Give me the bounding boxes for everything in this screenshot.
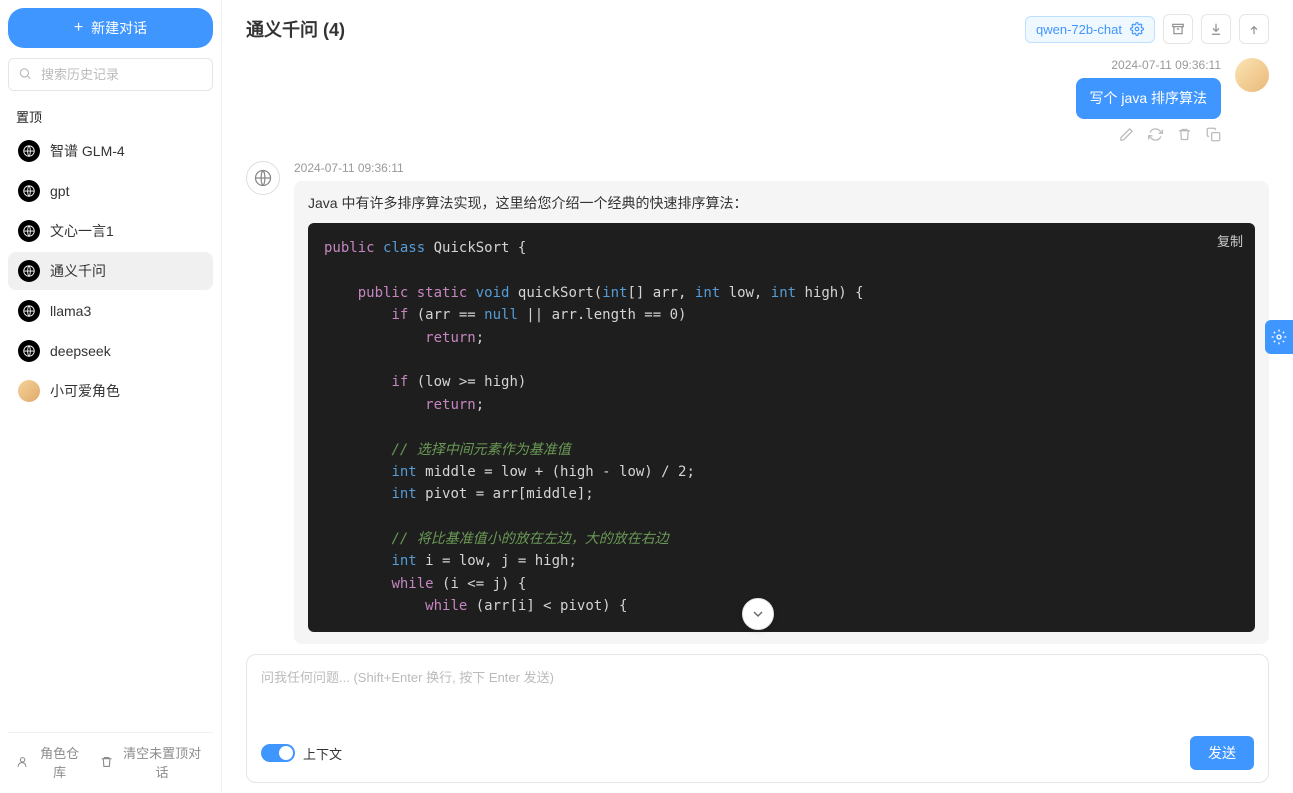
input-area: 上下文 发送 xyxy=(246,654,1269,783)
upload-icon xyxy=(1247,22,1261,36)
trash-icon xyxy=(100,755,113,769)
clear-button[interactable]: 清空未置顶对话 xyxy=(100,743,205,781)
openai-icon xyxy=(18,340,40,362)
page-title: 通义千问 (4) xyxy=(246,16,345,42)
scroll-down-button[interactable] xyxy=(742,598,774,630)
archive-button[interactable] xyxy=(1163,14,1193,44)
refresh-icon xyxy=(1148,127,1163,142)
chat-list: 智谱 GLM-4 gpt 文心一言1 通义千问 llama3 deepseek 小可爱角色 xyxy=(8,132,213,732)
assistant-avatar xyxy=(246,161,280,195)
user-icon xyxy=(16,755,29,769)
user-avatar xyxy=(1235,58,1269,92)
plus-icon: + xyxy=(74,19,83,37)
sidebar-item-label: llama3 xyxy=(50,303,91,319)
sidebar: + 新建对话 置顶 智谱 GLM-4 gpt 文心一言1 通义千问 llama3 deep… xyxy=(0,0,222,793)
code-block: 复制 public class QuickSort { public stati… xyxy=(308,223,1255,632)
openai-icon xyxy=(18,220,40,242)
message-input[interactable] xyxy=(261,667,1254,725)
delete-button[interactable] xyxy=(1177,127,1192,145)
model-label: qwen-72b-chat xyxy=(1036,22,1122,37)
header: 通义千问 (4) qwen-72b-chat xyxy=(222,0,1293,58)
character-avatar-icon xyxy=(18,380,40,402)
chevron-down-icon xyxy=(750,606,766,622)
search-input[interactable] xyxy=(8,58,213,91)
trash-icon xyxy=(1177,127,1192,142)
sidebar-item[interactable]: deepseek xyxy=(8,332,213,370)
clear-label: 清空未置顶对话 xyxy=(119,743,205,781)
gear-icon xyxy=(1130,22,1144,36)
new-chat-button[interactable]: + 新建对话 xyxy=(8,8,213,48)
message-bubble: 写个 java 排序算法 xyxy=(1076,78,1221,119)
message-assistant: 2024-07-11 09:36:11 Java 中有许多排序算法实现，这里给您… xyxy=(246,161,1269,644)
openai-icon xyxy=(18,260,40,282)
sidebar-item[interactable]: 智谱 GLM-4 xyxy=(8,132,213,170)
openai-icon xyxy=(18,180,40,202)
model-selector[interactable]: qwen-72b-chat xyxy=(1025,16,1155,43)
sidebar-item[interactable]: 小可爱角色 xyxy=(8,372,213,410)
message-time: 2024-07-11 09:36:11 xyxy=(1111,58,1221,72)
copy-button[interactable] xyxy=(1206,127,1221,145)
edit-button[interactable] xyxy=(1119,127,1134,145)
context-toggle-group: 上下文 xyxy=(261,744,342,763)
send-button[interactable]: 发送 xyxy=(1190,736,1254,770)
message-bubble: Java 中有许多排序算法实现，这里给您介绍一个经典的快速排序算法： 复制 pu… xyxy=(294,181,1269,644)
sidebar-item[interactable]: llama3 xyxy=(8,292,213,330)
edit-icon xyxy=(1119,127,1134,142)
sidebar-item[interactable]: gpt xyxy=(8,172,213,210)
gear-icon xyxy=(1271,329,1287,345)
new-chat-label: 新建对话 xyxy=(91,18,147,38)
messages[interactable]: 2024-07-11 09:36:11 写个 java 排序算法 20 xyxy=(222,58,1293,654)
sidebar-item-label: 小可爱角色 xyxy=(50,381,120,401)
main: 通义千问 (4) qwen-72b-chat xyxy=(222,0,1293,793)
archive-icon xyxy=(1171,22,1185,36)
sidebar-item-label: deepseek xyxy=(50,343,111,359)
roles-label: 角色仓库 xyxy=(35,743,84,781)
retry-button[interactable] xyxy=(1148,127,1163,145)
message-actions xyxy=(1119,127,1221,145)
sidebar-item-label: 文心一言1 xyxy=(50,221,114,241)
upload-button[interactable] xyxy=(1239,14,1269,44)
openai-icon xyxy=(253,168,273,188)
roles-button[interactable]: 角色仓库 xyxy=(16,743,84,781)
sidebar-item-label: 智谱 GLM-4 xyxy=(50,141,125,161)
download-icon xyxy=(1209,22,1223,36)
context-toggle[interactable] xyxy=(261,744,295,762)
sidebar-footer: 角色仓库 清空未置顶对话 xyxy=(8,732,213,785)
search-icon xyxy=(18,66,32,83)
sidebar-item[interactable]: 文心一言1 xyxy=(8,212,213,250)
code-content: public class QuickSort { public static v… xyxy=(308,223,1255,632)
download-button[interactable] xyxy=(1201,14,1231,44)
search-box xyxy=(8,58,213,91)
copy-icon xyxy=(1206,127,1221,142)
openai-icon xyxy=(18,300,40,322)
pinned-label: 置顶 xyxy=(8,101,213,132)
message-time: 2024-07-11 09:36:11 xyxy=(294,161,1269,175)
message-user: 2024-07-11 09:36:11 写个 java 排序算法 xyxy=(246,58,1269,145)
header-actions: qwen-72b-chat xyxy=(1025,14,1269,44)
settings-fab[interactable] xyxy=(1265,320,1293,354)
context-label: 上下文 xyxy=(303,744,342,763)
sidebar-item-label: gpt xyxy=(50,183,69,199)
code-copy-button[interactable]: 复制 xyxy=(1217,231,1243,250)
sidebar-item[interactable]: 通义千问 xyxy=(8,252,213,290)
sidebar-item-label: 通义千问 xyxy=(50,261,106,281)
assistant-intro: Java 中有许多排序算法实现，这里给您介绍一个经典的快速排序算法： xyxy=(308,193,1255,213)
openai-icon xyxy=(18,140,40,162)
